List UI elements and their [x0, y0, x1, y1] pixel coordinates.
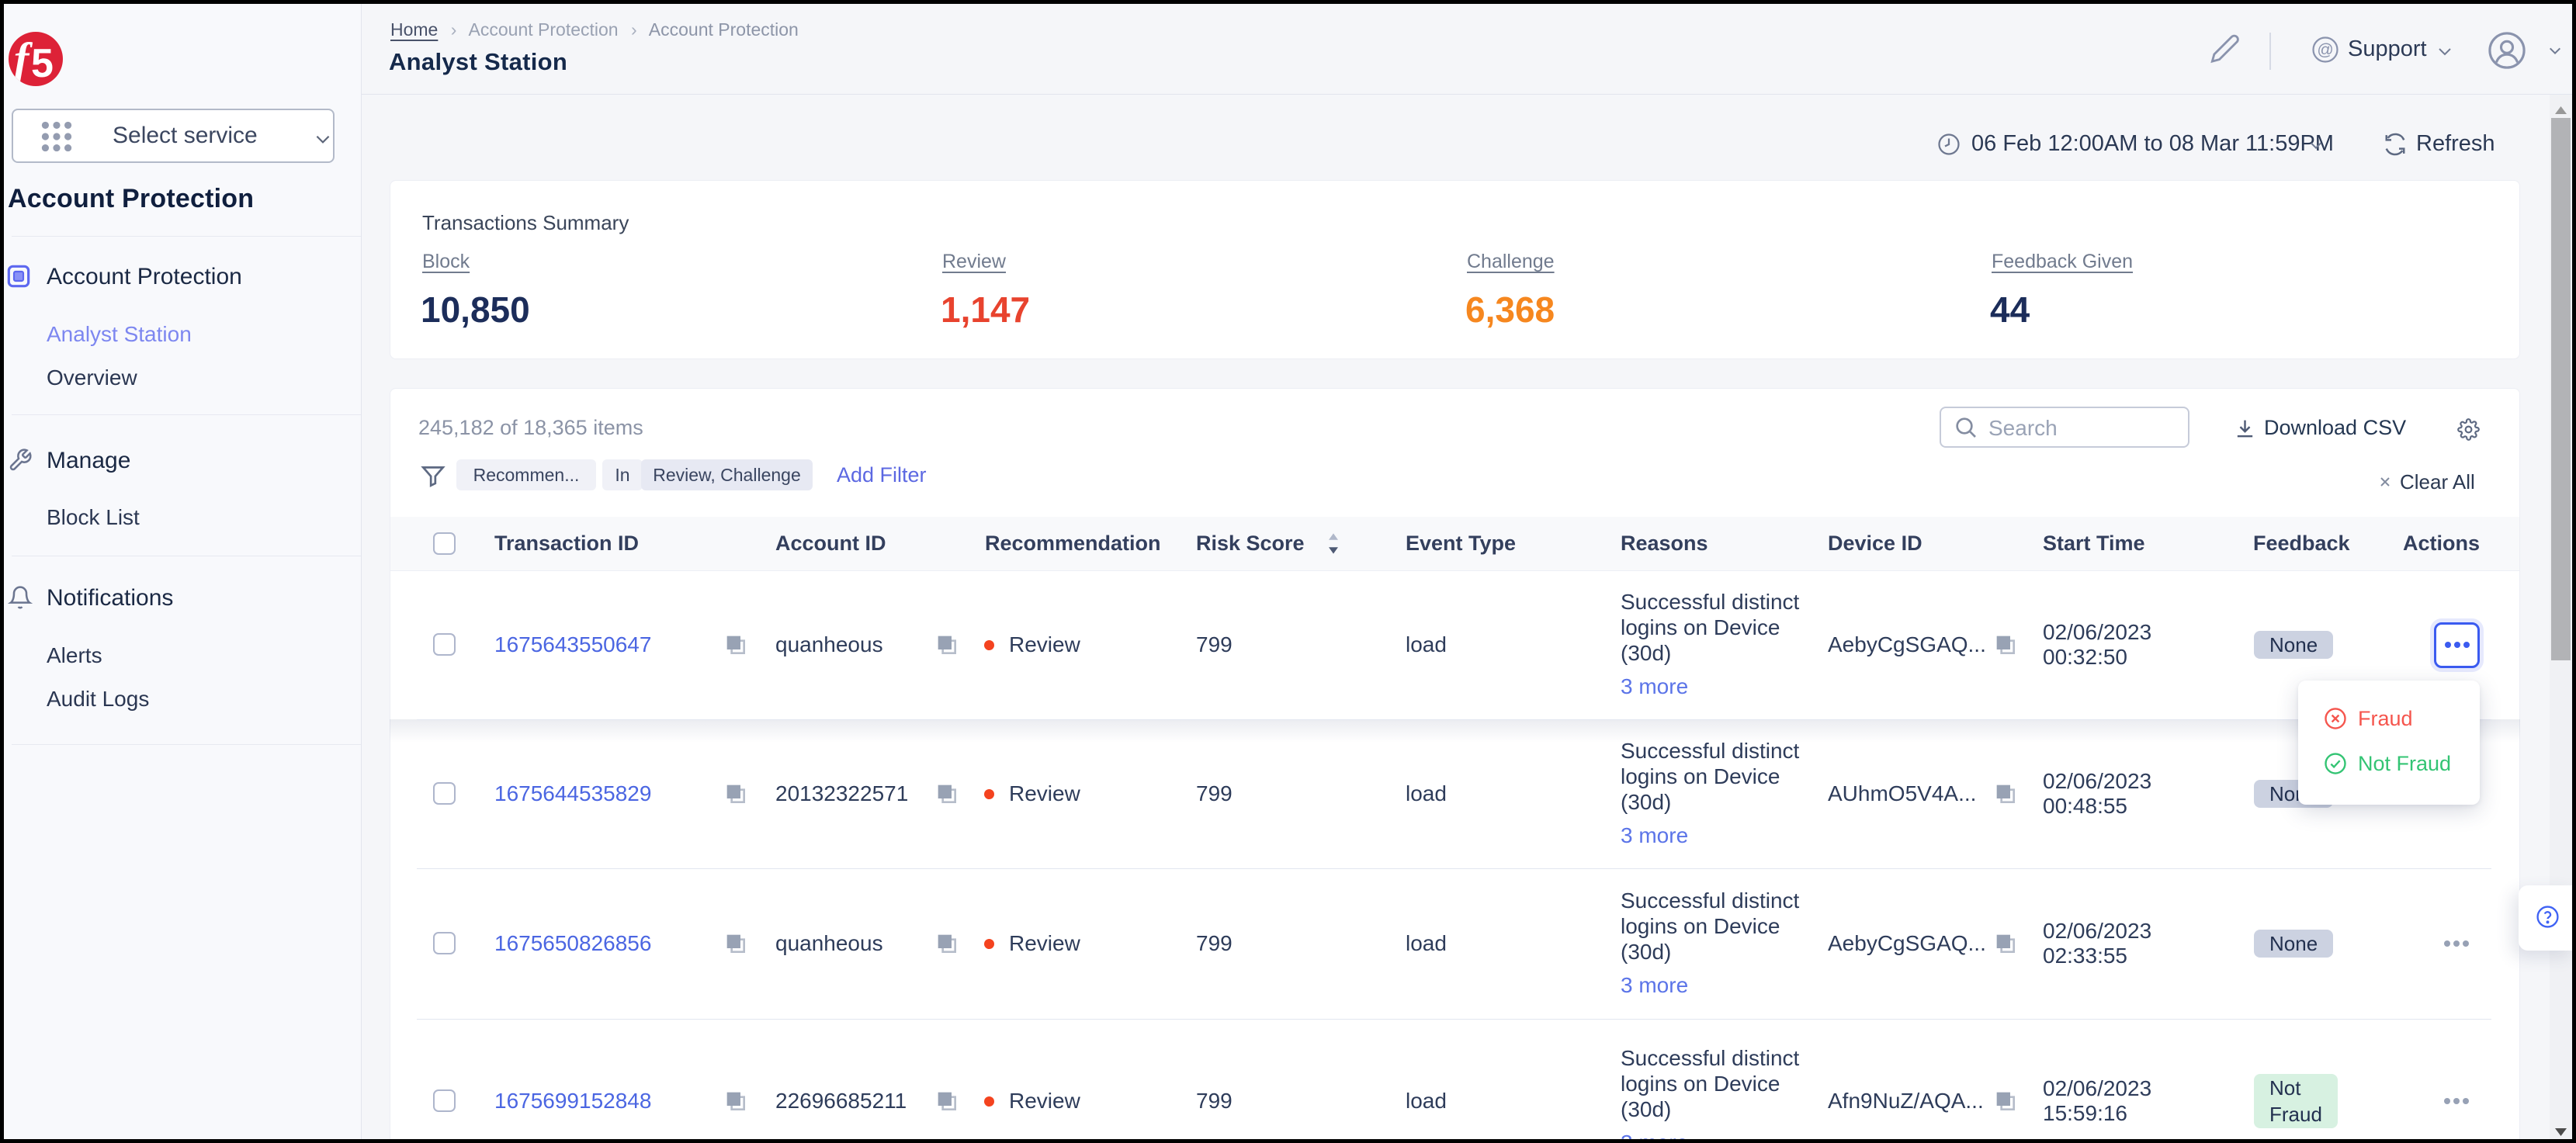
svg-text:@: @ — [2317, 41, 2333, 59]
svg-text:5: 5 — [31, 41, 54, 86]
